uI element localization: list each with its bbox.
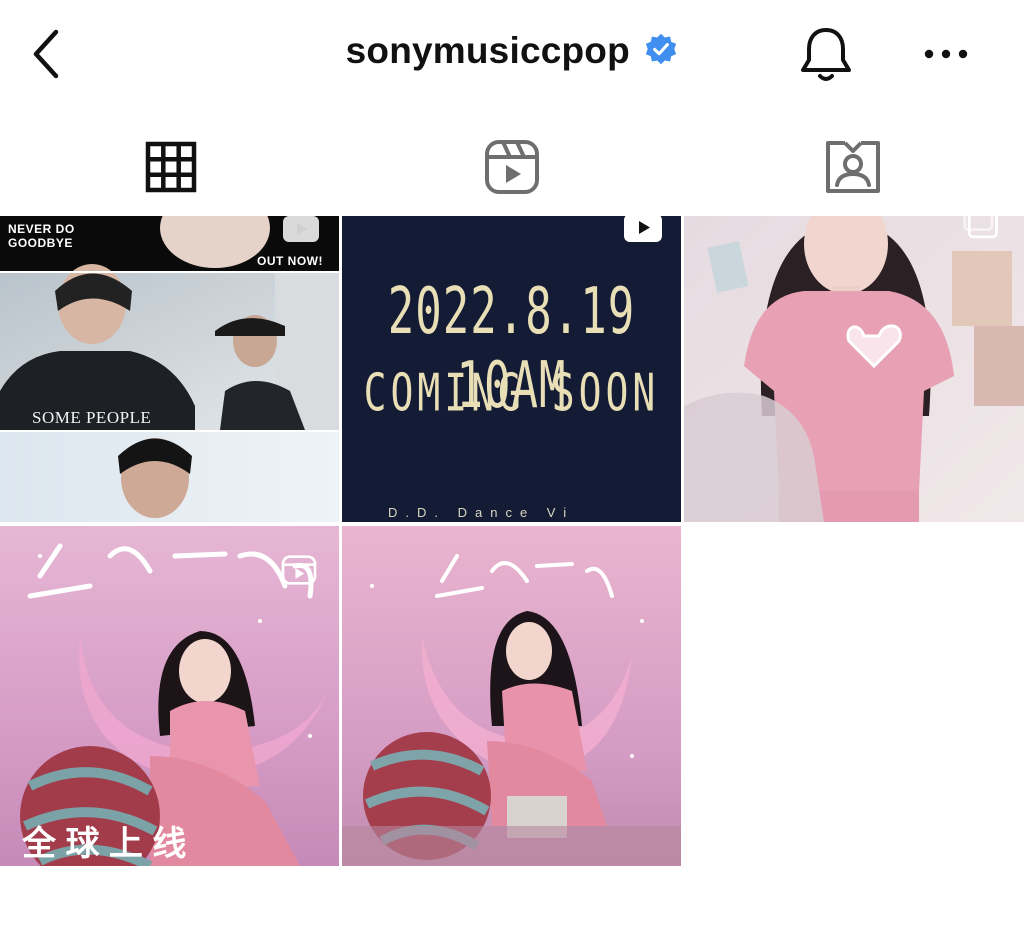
post-tile-1[interactable]: NEVER DO GOODBYE OUT NOW! SOME PEOPLE xyxy=(0,216,339,522)
grid-icon xyxy=(145,141,196,193)
tab-posts[interactable] xyxy=(0,128,341,206)
posts-grid: NEVER DO GOODBYE OUT NOW! SOME PEOPLE 20… xyxy=(0,216,1024,868)
post-tile-4[interactable]: 全 球 上 线 xyxy=(0,526,339,866)
verified-badge-icon xyxy=(646,33,677,65)
post-1-text-line-1: NEVER DO xyxy=(8,222,75,236)
post-2-footer-text: D.D. Dance Vi xyxy=(388,505,575,520)
carousel-badge-icon xyxy=(963,216,998,239)
profile-header: sonymusiccpop xyxy=(0,0,1024,110)
profile-tabs xyxy=(0,128,1024,206)
post-3-image xyxy=(684,216,1024,522)
post-tile-3[interactable] xyxy=(684,216,1024,522)
post-2-coming-soon-text: COMING SOON xyxy=(363,363,660,423)
post-tile-5[interactable] xyxy=(342,526,681,866)
post-tile-2[interactable]: 2022.8.19 10AM COMING SOON D.D. Dance Vi xyxy=(342,216,681,522)
post-1-shirt-text: SOME PEOPLE xyxy=(32,408,152,427)
post-1-text-line-2: GOODBYE xyxy=(8,236,73,250)
reel-badge-icon xyxy=(283,216,319,242)
tab-reels[interactable] xyxy=(341,128,682,206)
reel-badge-icon xyxy=(624,216,662,242)
post-4-bottom-text: 全 球 上 线 xyxy=(22,825,187,863)
tagged-person-icon xyxy=(825,141,880,193)
post-1-out-now-text: OUT NOW! xyxy=(257,254,323,268)
post-5-image xyxy=(342,526,681,866)
more-horizontal-icon xyxy=(924,49,968,59)
reels-icon xyxy=(484,140,539,194)
profile-username: sonymusiccpop xyxy=(345,30,630,71)
notifications-button[interactable] xyxy=(796,24,856,86)
title-row: sonymusiccpop xyxy=(0,30,1024,72)
bell-icon xyxy=(801,28,851,81)
more-options-button[interactable] xyxy=(920,36,972,72)
tab-tagged[interactable] xyxy=(682,128,1023,206)
reel-badge-icon xyxy=(281,555,317,585)
